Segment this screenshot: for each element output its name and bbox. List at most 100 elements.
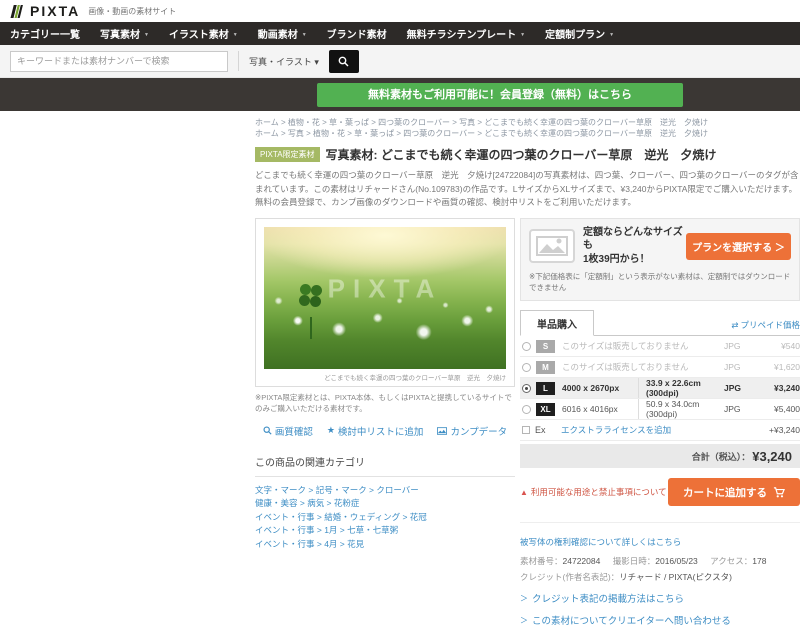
quality-check-link[interactable]: 画質確認 [263,424,313,438]
related-category-link[interactable]: 健康・美容 > 病気 > 花粉症 [255,497,515,511]
related-category-link[interactable]: イベント・行事 > 1月 > 七草・七草粥 [255,524,515,538]
usage-warning-link[interactable]: 利用可能な用途と禁止事項について [520,486,667,498]
chevron-right-icon [520,615,532,626]
main-nav: カテゴリー一覧 写真素材 イラスト素材 動画素材 ブランド素材 無料チラシテンプ… [0,22,800,45]
shoot-date: 2016/05/23 [655,556,698,567]
nav-subscription[interactable]: 定額制プラン [545,26,614,41]
total-value: ¥3,240 [752,448,792,464]
price-s: ¥540 [781,341,800,352]
credit-value: リチャード / PIXTA(ピクスタ) [619,572,733,583]
top-bar: PIXTA 画像・動画の素材サイト [0,0,800,22]
size-s-chip: S [536,339,555,353]
star-icon [327,425,335,436]
page-title: 写真素材: どこまでも続く幸運の四つ葉のクローバー草原 逆光 夕焼け [325,148,717,163]
pixta-logo-icon [10,4,23,18]
nav-videos[interactable]: 動画素材 [258,26,307,41]
price-xl: ¥5,400 [774,404,800,415]
preview-column: PIXTA どこまでも続く幸運の四つ葉のクローバー草原 逆光 夕焼け ※PIXT… [255,217,515,627]
product-description: どこまでも続く幸運の四つ葉のクローバー草原 逆光 夕焼け[24722084]の写… [255,170,799,207]
price-row-xl[interactable]: XL 6016 x 4016px 50.9 x 34.0cm (300dpi) … [520,399,800,421]
search-bar: 写真・イラスト ▾ [0,45,800,78]
total-row: 合計（税込）： ¥3,240 [520,444,800,469]
price-l: ¥3,240 [774,383,800,394]
search-button[interactable] [328,49,359,73]
prepaid-price-link[interactable]: プリペイド価格 [731,319,800,335]
search-category-select[interactable]: 写真・イラスト ▾ [239,51,329,72]
signup-banner-button[interactable]: 無料素材もご利用可能に！会員登録（無料）はこちら [317,83,683,107]
preview-box: PIXTA どこまでも続く幸運の四つ葉のクローバー草原 逆光 夕焼け [255,217,515,387]
size-xl-radio[interactable] [522,404,531,414]
caret-down-icon [229,28,238,39]
image-placeholder-icon [529,229,575,264]
material-fields: 素材番号：24722084 撮影日時：2016/05/23 アクセス：178 [520,556,767,567]
caret-down-icon [516,28,525,39]
size-l-radio[interactable] [522,383,531,393]
material-number: 24722084 [562,556,601,567]
credit-line: クレジット(作者名表記)：リチャード / PIXTA(ピクスタ) [520,572,733,583]
breadcrumb[interactable]: ホーム > 植物・花 > 草・葉っぱ > 四つ葉のクローバー > 写真 > どこ… [255,117,800,128]
chevron-right-icon [520,593,532,604]
size-l-chip: L [536,381,555,395]
add-to-cart-button[interactable]: カートに追加する [668,478,800,507]
exclusive-badge: PIXTA限定素材 [255,147,320,163]
price-m: ¥1,620 [774,362,800,373]
exclusive-note: ※PIXTA限定素材とは、PIXTA本体、もしくはPIXTAと提携しているサイト… [255,392,512,413]
photo-caption: どこまでも続く幸運の四つ葉のクローバー草原 逆光 夕焼け [324,374,506,382]
size-s-radio [522,341,531,351]
pricing-tabs: 単品購入 プリペイド価格 [520,310,800,337]
site-tagline: 画像・動画の素材サイト [88,6,177,16]
logo-text: PIXTA [30,3,81,19]
nav-free-templates[interactable]: 無料チラシテンプレート [407,26,525,41]
price-row-m: M このサイズは販売しておりません JPG ¥1,620 [520,357,800,379]
breadcrumb[interactable]: ホーム > 写真 > 植物・花 > 草・葉っぱ > 四つ葉のクローバー > どこ… [255,128,800,139]
size-m-chip: M [536,360,555,374]
promo-band: 無料素材もご利用可能に！会員登録（無料）はこちら [0,78,800,111]
caret-down-icon [298,28,307,39]
nav-brand[interactable]: ブランド素材 [327,26,387,41]
related-category-link[interactable]: イベント・行事 > 結婚・ウェディング > 花冠 [255,511,515,525]
extra-license-checkbox[interactable] [522,426,530,435]
subject-rights-link[interactable]: 被写体の権利確認について詳しくはこちら [520,537,681,547]
credit-howto-link[interactable]: クレジット表記の掲載方法はこちら [520,591,800,605]
image-icon [437,426,448,435]
search-input[interactable] [10,50,228,72]
extra-license-link[interactable]: エクストラライセンスを追加 [561,424,754,436]
product-photo: PIXTA [264,226,506,369]
contact-creator-link[interactable]: この素材についてクリエイターへ問い合わせる [520,613,800,627]
tab-single-purchase[interactable]: 単品購入 [520,310,594,337]
nav-photos[interactable]: 写真素材 [100,26,149,41]
caret-down-icon [140,28,149,39]
material-details: 被写体の権利確認について詳しくはこちら 素材番号：24722084 撮影日時：2… [520,522,800,627]
size-xl-chip: XL [536,402,555,416]
nav-illustrations[interactable]: イラスト素材 [169,26,238,41]
caret-down-icon [605,28,614,39]
add-to-shortlist-link[interactable]: 検討中リストに追加 [327,424,424,438]
purchase-column: 定額ならどんなサイズも 1枚39円から！ プランを選択する ＞ ※下記価格表に「… [520,217,800,627]
cart-icon [773,487,785,498]
select-plan-button[interactable]: プランを選択する ＞ [686,232,791,260]
related-category-link[interactable]: 文字・マーク > 記号・マーク > クローバー [255,484,515,498]
related-heading: この商品の関連カテゴリ [255,457,365,469]
subscription-note: ※下記価格表に「定額制」という表示がない素材は、定額制ではダウンロードできません [529,272,791,292]
watermark: PIXTA [327,273,443,304]
price-row-extra-license[interactable]: Ex エクストラライセンスを追加 +¥3,240 [520,420,800,442]
title-row: PIXTA限定素材 写真素材: どこまでも続く幸運の四つ葉のクローバー草原 逆光… [255,146,800,163]
action-links: 画質確認 検討中リストに追加 カンプデータ [255,424,515,438]
total-label: 合計（税込）： [691,451,751,462]
content-area: ホーム > 植物・花 > 草・葉っぱ > 四つ葉のクローバー > 写真 > どこ… [255,111,800,627]
pixta-logo[interactable]: PIXTA [10,3,80,19]
nav-categories[interactable]: カテゴリー一覧 [10,26,80,41]
subscription-text: 定額ならどんなサイズも 1枚39円から！ [583,226,683,265]
access-count: 178 [752,556,767,567]
price-row-s: S このサイズは販売しておりません JPG ¥540 [520,336,800,358]
price-extra: +¥3,240 [769,425,800,436]
related-categories: この商品の関連カテゴリ 文字・マーク > 記号・マーク > クローバー 健康・美… [255,454,515,552]
search-icon [338,56,349,66]
related-category-link[interactable]: イベント・行事 > 4月 > 花見 [255,538,515,552]
four-leaf-clover-graphic [300,283,313,339]
price-row-l[interactable]: L 4000 x 2670px 33.9 x 22.6cm (300dpi) J… [520,378,800,400]
magnifier-icon [263,426,272,435]
subscription-promo: 定額ならどんなサイズも 1枚39円から！ プランを選択する ＞ ※下記価格表に「… [520,217,800,302]
size-m-radio [522,362,531,372]
comp-data-link[interactable]: カンプデータ [437,424,507,438]
